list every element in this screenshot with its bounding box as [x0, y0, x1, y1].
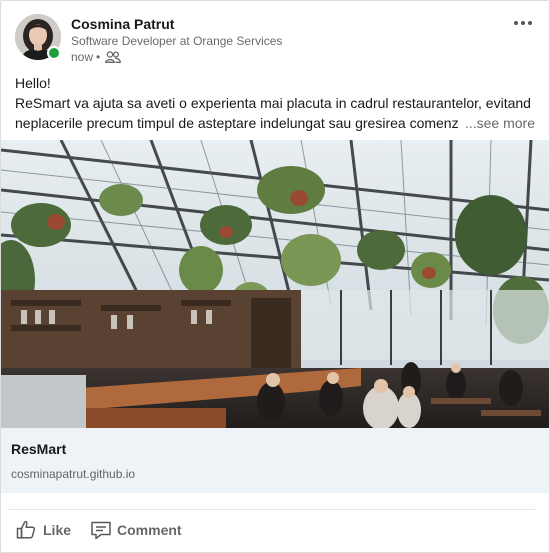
- comment-button[interactable]: Comment: [83, 513, 188, 547]
- see-more-link[interactable]: ...see more: [458, 113, 535, 133]
- thumbs-up-icon: [16, 520, 36, 539]
- post-image[interactable]: [1, 140, 549, 428]
- meta-separator: •: [96, 50, 101, 64]
- post-meta: now •: [71, 50, 122, 64]
- post-text-line-1: ReSmart va ajuta sa aveti o experienta m…: [15, 95, 531, 111]
- speech-bubble-icon: [91, 521, 111, 540]
- author-name[interactable]: Cosmina Patrut: [71, 16, 174, 32]
- post-greeting: Hello!: [15, 75, 51, 91]
- post-header: Cosmina Patrut Software Developer at Ora…: [15, 14, 537, 66]
- author-headline: Software Developer at Orange Services: [71, 34, 283, 48]
- actions-divider: [9, 509, 535, 510]
- presence-indicator: [47, 46, 61, 60]
- like-label: Like: [43, 522, 72, 538]
- comment-label: Comment: [117, 522, 182, 538]
- feed-post-card: Cosmina Patrut Software Developer at Ora…: [0, 0, 550, 553]
- link-preview-title[interactable]: ResMart: [11, 441, 66, 457]
- post-time: now: [71, 50, 94, 64]
- more-options-icon[interactable]: [509, 14, 537, 32]
- like-button[interactable]: Like: [9, 513, 77, 547]
- link-preview-domain: cosminapatrut.github.io: [11, 467, 136, 481]
- post-text: Hello! ReSmart va ajuta sa aveti o exper…: [15, 73, 537, 133]
- connections-icon: [105, 51, 122, 63]
- restaurant-greenhouse-photo: [1, 140, 549, 428]
- link-preview[interactable]: ResMart cosminapatrut.github.io: [1, 428, 549, 493]
- social-actions-bar: Like Comment: [9, 513, 188, 547]
